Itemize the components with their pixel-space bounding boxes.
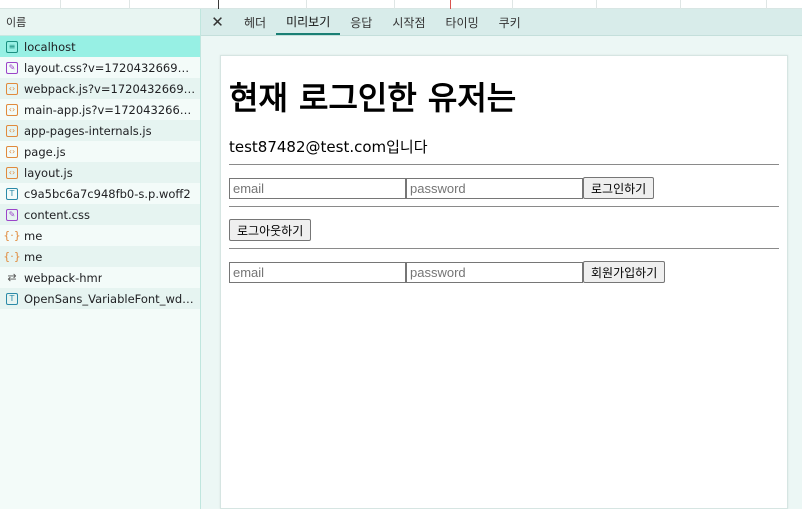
tab-timing[interactable]: 타이밍 — [435, 9, 488, 35]
font-file-icon: T — [6, 292, 18, 305]
css-file-icon: ✎ — [6, 208, 18, 221]
css-file-icon: ✎ — [6, 61, 18, 74]
request-name: webpack.js?v=1720432669535 — [24, 81, 196, 96]
request-name: c9a5bc6a7c948fb0-s.p.woff2 — [24, 186, 191, 201]
request-name: me — [24, 249, 43, 264]
login-email-input[interactable] — [229, 177, 406, 199]
tab-cookies[interactable]: 쿠키 — [489, 9, 531, 35]
name-column-header[interactable]: 이름 — [0, 9, 200, 36]
timeline-overview[interactable] — [0, 0, 802, 9]
request-row[interactable]: ‹› app-pages-internals.js — [0, 120, 200, 141]
tab-initiator[interactable]: 시작점 — [382, 9, 435, 35]
request-row[interactable]: ≡ localhost — [0, 36, 200, 57]
current-user-text: test87482@test.com입니다 — [229, 138, 428, 156]
request-row[interactable]: ‹› layout.js — [0, 162, 200, 183]
request-name: content.css — [24, 207, 90, 222]
login-password-input[interactable] — [406, 177, 583, 199]
font-file-icon: T — [6, 187, 18, 200]
detail-tabs-bar: ✕ 헤더 미리보기 응답 시작점 타이밍 쿠키 — [201, 9, 802, 36]
preview-document: 현재 로그인한 유저는 test87482@test.com입니다 로그인하기 … — [220, 55, 788, 509]
logout-button[interactable]: 로그아웃하기 — [229, 219, 312, 241]
request-row[interactable]: Tc9a5bc6a7c948fb0-s.p.woff2 — [0, 183, 200, 204]
request-row[interactable]: ‹› page.js — [0, 141, 200, 162]
signup-email-input[interactable] — [229, 261, 406, 283]
request-name: webpack-hmr — [24, 270, 103, 285]
page-heading: 현재 로그인한 유저는 — [229, 79, 517, 117]
request-row[interactable]: {·} me — [0, 225, 200, 246]
request-name: layout.css?v=1720432669535 — [24, 60, 196, 75]
signup-password-input[interactable] — [406, 261, 583, 283]
request-row[interactable]: ‹› main-app.js?v=1720432669535 — [0, 99, 200, 120]
divider — [229, 206, 779, 207]
request-row[interactable]: ‹› webpack.js?v=1720432669535 — [0, 78, 200, 99]
request-row[interactable]: ✎ content.css — [0, 204, 200, 225]
divider — [229, 164, 779, 165]
devtools-network-window: 이름 ≡ localhost ✎ layout.css?v=1720432669535… — [0, 0, 802, 509]
script-file-icon: ‹› — [6, 124, 18, 137]
request-row[interactable]: ⇄ webpack-hmr — [0, 267, 200, 288]
tab-response[interactable]: 응답 — [340, 9, 382, 35]
request-row[interactable]: {·} me — [0, 246, 200, 267]
close-icon[interactable]: ✕ — [201, 9, 234, 35]
request-row[interactable]: ✎ layout.css?v=1720432669535 — [0, 57, 200, 78]
request-name: page.js — [24, 144, 66, 159]
fetch-icon: {·} — [3, 250, 21, 263]
request-list-panel: 이름 ≡ localhost ✎ layout.css?v=1720432669535… — [0, 9, 201, 509]
logout-row: 로그아웃하기 — [229, 219, 779, 241]
script-file-icon: ‹› — [6, 82, 18, 95]
request-name: OpenSans_VariableFont_wdth... — [24, 291, 196, 306]
request-name: main-app.js?v=1720432669535 — [24, 102, 196, 117]
signup-form: 회원가입하기 — [229, 261, 779, 283]
request-list: ≡ localhost ✎ layout.css?v=1720432669535 ‹› w… — [0, 36, 200, 309]
request-name: me — [24, 228, 43, 243]
tab-headers[interactable]: 헤더 — [234, 9, 276, 35]
signup-button[interactable]: 회원가입하기 — [583, 261, 666, 283]
request-name: layout.js — [24, 165, 73, 180]
tab-preview[interactable]: 미리보기 — [276, 9, 341, 35]
script-file-icon: ‹› — [6, 103, 18, 116]
script-file-icon: ‹› — [6, 166, 18, 179]
script-file-icon: ‹› — [6, 145, 18, 158]
request-name: localhost — [24, 39, 76, 54]
divider — [229, 248, 779, 249]
login-form: 로그인하기 — [229, 177, 779, 199]
request-row[interactable]: T OpenSans_VariableFont_wdth... — [0, 288, 200, 309]
fetch-icon: {·} — [3, 229, 21, 242]
document-icon: ≡ — [6, 40, 18, 53]
request-name: app-pages-internals.js — [24, 123, 152, 138]
login-button[interactable]: 로그인하기 — [583, 177, 655, 199]
websocket-icon: ⇄ — [7, 271, 17, 284]
